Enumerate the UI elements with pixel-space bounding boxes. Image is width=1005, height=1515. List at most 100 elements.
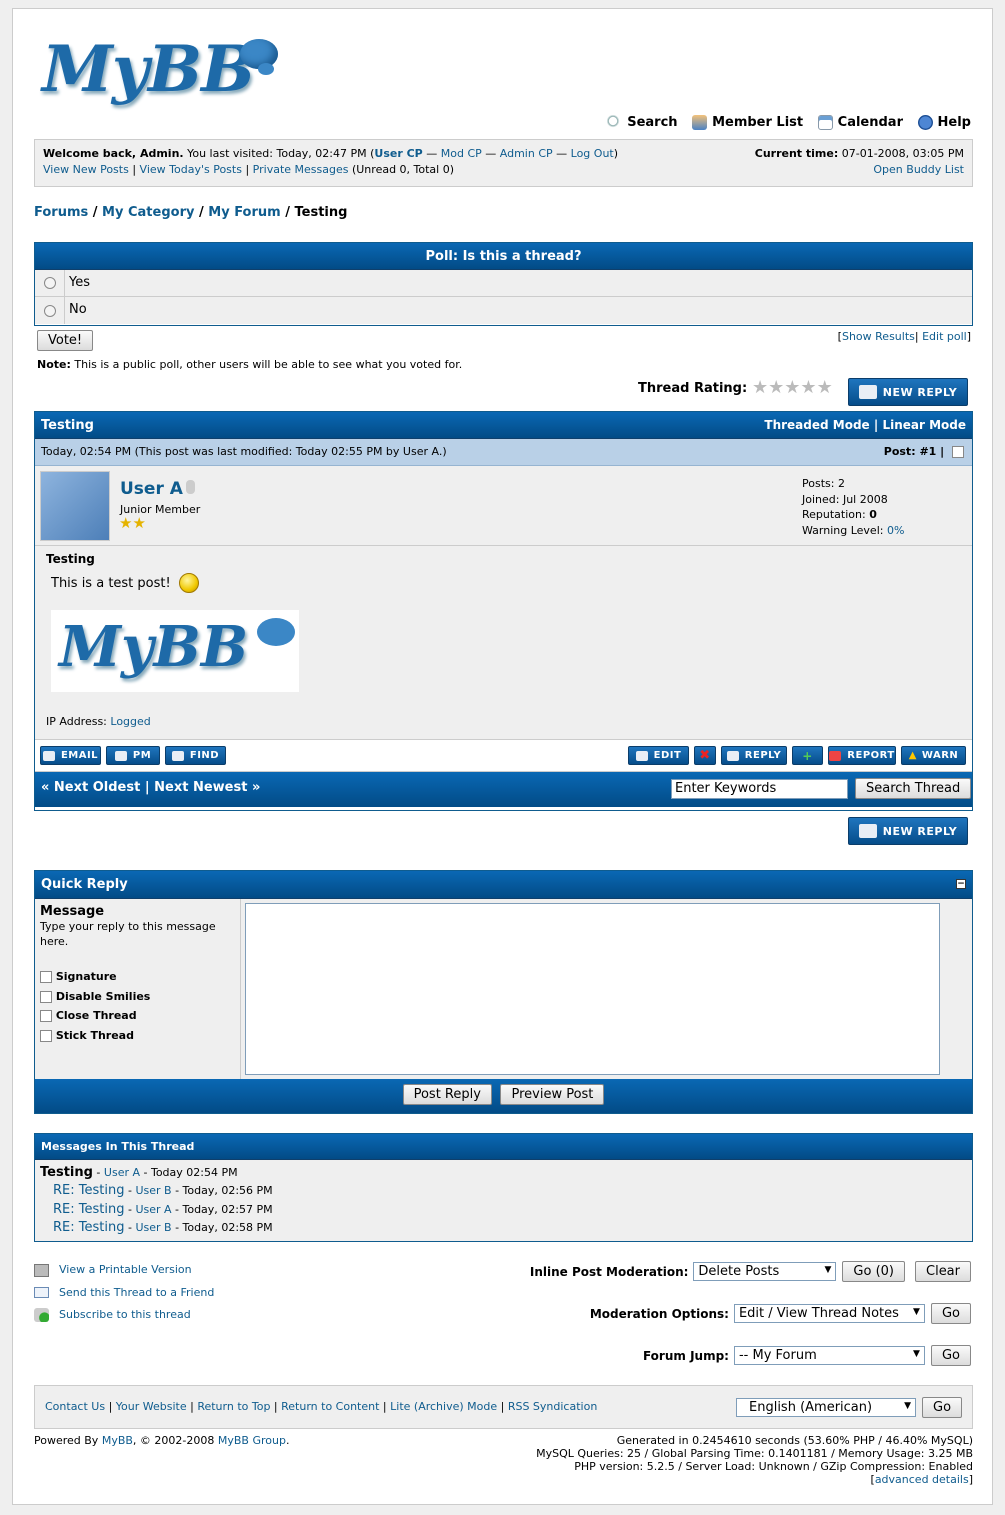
thread-rating-stars[interactable]: ★★★★★ xyxy=(752,379,833,397)
footer-bar: Contact Us | Your Website | Return to To… xyxy=(34,1385,973,1429)
star-icon[interactable]: ★ xyxy=(752,377,768,398)
post-reply-button[interactable]: Post Reply xyxy=(402,1084,492,1105)
message-author[interactable]: User A xyxy=(135,1203,171,1216)
calendar-link[interactable]: Calendar xyxy=(817,115,903,130)
buddy-list-link[interactable]: Open Buddy List xyxy=(873,163,964,176)
reputation-value[interactable]: 0 xyxy=(869,508,877,521)
preview-post-button[interactable]: Preview Post xyxy=(500,1084,605,1105)
new-reply-button-bottom[interactable]: NEW REPLY xyxy=(848,817,968,845)
signature-checkbox[interactable] xyxy=(40,971,52,983)
star-icon[interactable]: ★ xyxy=(817,377,833,398)
breadcrumb-forum[interactable]: My Forum xyxy=(208,205,280,220)
stick-thread-checkbox[interactable] xyxy=(40,1029,52,1042)
mybb-group-link[interactable]: MyBB Group xyxy=(218,1434,286,1447)
breadcrumb-sep: / xyxy=(198,205,204,220)
breadcrumb-category[interactable]: My Category xyxy=(102,205,194,220)
inline-moderation-select[interactable]: Delete Posts ▼ xyxy=(693,1262,837,1281)
return-to-content-link[interactable]: Return to Content xyxy=(281,1400,379,1413)
advanced-details-link[interactable]: advanced details xyxy=(875,1473,969,1486)
search-link[interactable]: Search xyxy=(607,115,678,130)
mybb-link[interactable]: MyBB xyxy=(102,1434,133,1447)
mod-cp-link[interactable]: Mod CP xyxy=(441,147,482,160)
edit-poll-link[interactable]: Edit poll xyxy=(922,330,967,343)
disable-smilies-checkbox[interactable] xyxy=(40,990,52,1003)
edit-button[interactable]: EDIT xyxy=(628,746,689,765)
threaded-mode-link[interactable]: Threaded Mode xyxy=(764,418,869,432)
help-label: Help xyxy=(937,115,971,130)
moderation-options-select[interactable]: Edit / View Thread Notes ▼ xyxy=(733,1304,925,1323)
message-textarea[interactable] xyxy=(245,903,940,1075)
next-oldest-link[interactable]: « Next Oldest xyxy=(41,780,140,795)
subscribe-link[interactable]: Subscribe to this thread xyxy=(34,1304,214,1327)
message-date: - Today, 02:56 PM xyxy=(175,1184,273,1198)
language-select[interactable]: English (American) ▼ xyxy=(736,1398,916,1417)
collapse-icon[interactable]: − xyxy=(956,879,966,889)
poll-option-row[interactable]: No xyxy=(35,297,972,324)
printable-link[interactable]: View a Printable Version xyxy=(34,1259,214,1282)
lite-mode-link[interactable]: Lite (Archive) Mode xyxy=(390,1400,497,1413)
admin-cp-link[interactable]: Admin CP xyxy=(500,147,553,160)
breadcrumb-forums[interactable]: Forums xyxy=(34,205,88,220)
clear-button[interactable]: Clear xyxy=(915,1261,971,1282)
board-logo[interactable]: MyBB xyxy=(42,35,282,125)
private-messages-link[interactable]: Private Messages xyxy=(253,163,349,176)
poll-option-row[interactable]: Yes xyxy=(35,270,972,297)
rank-star-icon: ★ xyxy=(119,514,133,532)
reply-button[interactable]: REPLY xyxy=(721,746,787,765)
delete-button[interactable]: ✖ xyxy=(694,746,716,765)
thread-search-input[interactable]: Enter Keywords xyxy=(671,779,848,799)
linear-mode-link[interactable]: Linear Mode xyxy=(882,418,966,432)
message-subject[interactable]: RE: Testing xyxy=(53,1220,124,1235)
warn-button[interactable]: ▲ WARN xyxy=(901,746,966,765)
memberlist-link[interactable]: Member List xyxy=(692,115,803,130)
disable-smilies-option[interactable]: Disable Smilies xyxy=(40,987,235,1007)
post-number-link[interactable]: #1 xyxy=(919,445,936,458)
return-to-top-link[interactable]: Return to Top xyxy=(197,1400,270,1413)
contact-us-link[interactable]: Contact Us xyxy=(45,1400,105,1413)
post-author-name[interactable]: User A xyxy=(120,479,183,499)
show-results-link[interactable]: Show Results xyxy=(842,330,915,343)
email-button[interactable]: EMAIL xyxy=(40,746,101,765)
forum-jump-select[interactable]: -- My Forum ▼ xyxy=(733,1346,925,1365)
message-author[interactable]: User B xyxy=(135,1184,171,1197)
signature-option[interactable]: Signature xyxy=(40,967,235,987)
warning-value[interactable]: 0% xyxy=(887,524,904,537)
star-icon[interactable]: ★ xyxy=(768,377,784,398)
avatar[interactable] xyxy=(40,471,110,541)
send-friend-link[interactable]: Send this Thread to a Friend xyxy=(34,1282,214,1305)
logout-link[interactable]: Log Out xyxy=(571,147,614,160)
ip-logged-link[interactable]: Logged xyxy=(110,715,150,728)
new-reply-button[interactable]: NEW REPLY xyxy=(848,378,968,406)
search-thread-button[interactable]: Search Thread xyxy=(855,778,972,799)
star-icon[interactable]: ★ xyxy=(800,377,816,398)
help-link[interactable]: Help xyxy=(917,115,971,130)
message-author[interactable]: User B xyxy=(135,1221,171,1234)
inline-moderation-go-button[interactable]: Go (0) xyxy=(842,1261,905,1282)
pm-button[interactable]: PM xyxy=(106,746,160,765)
next-newest-link[interactable]: Next Newest » xyxy=(154,780,260,795)
inline-moderation-checkbox[interactable] xyxy=(952,446,964,458)
view-new-posts-link[interactable]: View New Posts xyxy=(43,163,129,176)
rss-link[interactable]: RSS Syndication xyxy=(508,1400,597,1413)
language-go-button[interactable]: Go xyxy=(922,1397,963,1418)
memberlist-label: Member List xyxy=(712,115,804,130)
poll-radio-no[interactable] xyxy=(43,304,56,317)
forum-jump-go-button[interactable]: Go xyxy=(930,1345,971,1366)
stick-thread-option[interactable]: Stick Thread xyxy=(40,1026,235,1046)
poll-radio-yes[interactable] xyxy=(43,277,56,289)
close-thread-checkbox[interactable] xyxy=(40,1010,52,1022)
view-todays-posts-link[interactable]: View Today's Posts xyxy=(140,163,242,176)
report-button[interactable]: REPORT xyxy=(828,746,896,765)
message-author[interactable]: User A xyxy=(104,1166,140,1179)
star-icon[interactable]: ★ xyxy=(784,377,800,398)
message-subject[interactable]: RE: Testing xyxy=(53,1202,124,1217)
send-friend-label: Send this Thread to a Friend xyxy=(59,1285,215,1299)
moderation-go-button[interactable]: Go xyxy=(930,1303,971,1324)
find-button[interactable]: FIND xyxy=(165,746,226,765)
your-website-link[interactable]: Your Website xyxy=(116,1400,187,1413)
close-thread-option[interactable]: Close Thread xyxy=(40,1006,235,1026)
vote-button[interactable]: Vote! xyxy=(37,330,94,351)
message-subject[interactable]: RE: Testing xyxy=(53,1183,124,1198)
multiquote-button[interactable]: + xyxy=(792,746,823,765)
user-cp-link[interactable]: User CP xyxy=(374,147,422,160)
